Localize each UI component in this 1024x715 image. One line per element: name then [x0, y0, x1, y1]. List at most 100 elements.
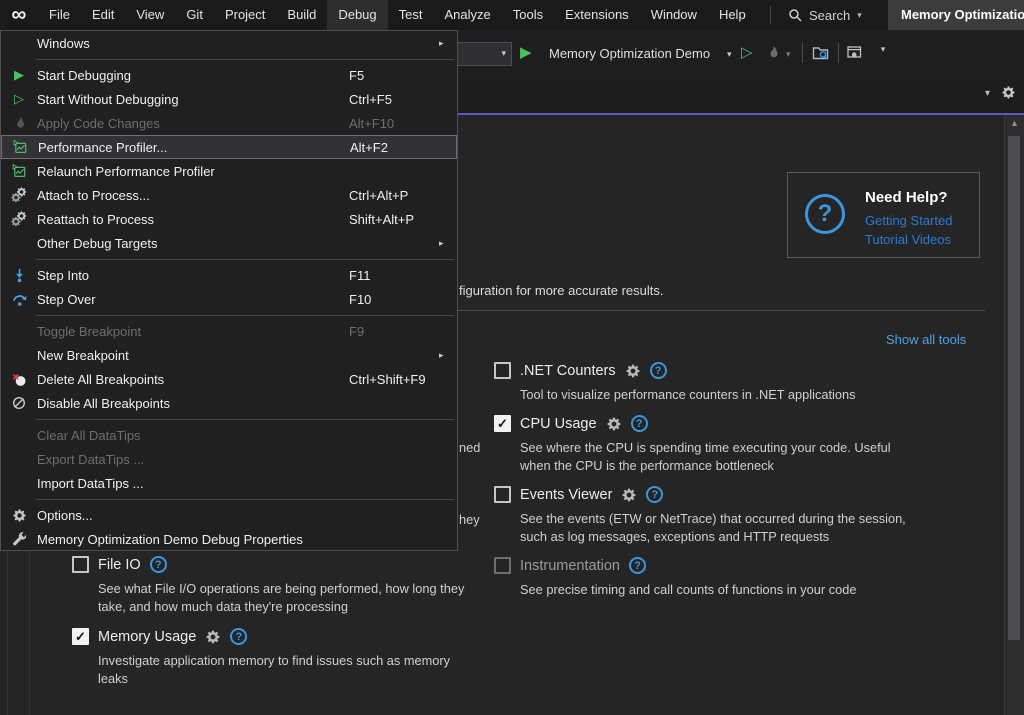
menu-item-step-into[interactable]: Step Into F11	[1, 263, 457, 287]
menu-item-attach-to-process[interactable]: Attach to Process... Ctrl+Alt+P	[1, 183, 457, 207]
tool-entry-instrumentation: Instrumentation ? See precise timing and…	[494, 557, 856, 599]
menu-item-performance-profiler[interactable]: Performance Profiler... Alt+F2	[1, 135, 457, 159]
menu-test[interactable]: Test	[388, 0, 434, 30]
menu-separator	[1, 495, 457, 503]
vertical-scrollbar[interactable]: ▲	[1004, 115, 1024, 715]
instrumentation-checkbox[interactable]	[494, 557, 511, 574]
tool-settings-gear-icon[interactable]	[606, 416, 622, 432]
title-menu-bar: ∞ File Edit View Git Project Build Debug…	[0, 0, 1024, 30]
start-debugging-button[interactable]: ▶	[520, 36, 532, 70]
events-viewer-checkbox[interactable]	[494, 486, 511, 503]
memory-usage-checkbox[interactable]: ✓	[72, 628, 89, 645]
getting-started-link[interactable]: Getting Started	[865, 213, 952, 228]
clipped-text-fragment: ned	[459, 440, 480, 455]
menu-item-debug-properties[interactable]: Memory Optimization Demo Debug Propertie…	[1, 527, 457, 551]
run-target-label[interactable]: Memory Optimization Demo	[549, 30, 710, 77]
tool-description: See the events (ETW or NetTrace) that oc…	[520, 510, 906, 546]
chevron-down-icon: ▾	[857, 10, 862, 21]
cpu-usage-checkbox[interactable]: ✓	[494, 415, 511, 432]
tool-label: .NET Counters	[520, 363, 616, 379]
menu-item-clear-all-datatips: Clear All DataTips	[1, 423, 457, 447]
help-circle-icon[interactable]: ?	[150, 556, 167, 573]
menu-item-export-datatips: Export DataTips ...	[1, 447, 457, 471]
submenu-arrow-icon: ▸	[439, 350, 457, 361]
menu-file[interactable]: File	[38, 0, 81, 30]
net-counters-checkbox[interactable]	[494, 362, 511, 379]
file-io-checkbox[interactable]	[72, 556, 89, 573]
help-circle-icon[interactable]: ?	[230, 628, 247, 645]
menu-tools[interactable]: Tools	[502, 0, 554, 30]
menu-item-import-datatips[interactable]: Import DataTips ...	[1, 471, 457, 495]
hot-reload-icon	[1, 116, 37, 131]
menu-item-disable-all-breakpoints[interactable]: Disable All Breakpoints	[1, 391, 457, 415]
start-without-debugging-button[interactable]: ▷	[741, 36, 753, 70]
chevron-down-icon: ▾	[501, 48, 506, 59]
menu-item-options[interactable]: Options...	[1, 503, 457, 527]
search-control[interactable]: Search ▾	[788, 0, 862, 30]
search-label: Search	[809, 8, 850, 23]
need-help-title: Need Help?	[865, 189, 948, 206]
start-without-debugging-icon: ▷	[1, 91, 37, 107]
help-circle-icon: ?	[805, 194, 845, 234]
search-icon	[788, 8, 802, 22]
tool-settings-gear-icon[interactable]	[205, 629, 221, 645]
tool-label: Events Viewer	[520, 487, 612, 503]
menu-item-step-over[interactable]: Step Over F10	[1, 287, 457, 311]
chevron-down-icon: ▾	[881, 44, 886, 54]
menu-item-windows[interactable]: Windows ▸	[1, 31, 457, 55]
document-options-gear-icon[interactable]	[1001, 85, 1016, 100]
delete-breakpoints-icon	[1, 371, 37, 387]
menu-item-start-without-debugging[interactable]: ▷ Start Without Debugging Ctrl+F5	[1, 87, 457, 111]
live-share-window-icon[interactable]	[846, 44, 863, 61]
menu-item-apply-code-changes: Apply Code Changes Alt+F10	[1, 111, 457, 135]
performance-profiler-icon	[2, 140, 38, 155]
menu-item-reattach-to-process[interactable]: Reattach to Process Shift+Alt+P	[1, 207, 457, 231]
step-into-icon	[1, 268, 37, 283]
menu-item-relaunch-performance-profiler[interactable]: Relaunch Performance Profiler	[1, 159, 457, 183]
toolbar-separator	[838, 43, 839, 63]
menu-project[interactable]: Project	[214, 0, 276, 30]
menu-extensions[interactable]: Extensions	[554, 0, 640, 30]
tool-description: See what File I/O operations are being p…	[98, 580, 464, 616]
tab-list-chevron-icon[interactable]: ▾	[985, 88, 990, 99]
show-all-tools-link[interactable]: Show all tools	[886, 332, 966, 347]
performance-profiler-icon	[1, 164, 37, 179]
menu-item-new-breakpoint[interactable]: New Breakpoint ▸	[1, 343, 457, 367]
help-circle-icon[interactable]: ?	[650, 362, 667, 379]
scrollbar-thumb[interactable]	[1008, 136, 1020, 640]
help-circle-icon[interactable]: ?	[629, 557, 646, 574]
tool-settings-gear-icon[interactable]	[621, 487, 637, 503]
tool-entry-events-viewer: Events Viewer ? See the events (ETW or N…	[494, 486, 906, 546]
tool-description: Investigate application memory to find i…	[98, 652, 450, 688]
menu-build[interactable]: Build	[276, 0, 327, 30]
find-in-files-icon[interactable]	[812, 44, 829, 61]
hot-reload-icon[interactable]	[765, 45, 781, 61]
menu-edit[interactable]: Edit	[81, 0, 125, 30]
menu-debug[interactable]: Debug	[327, 0, 387, 30]
chevron-down-icon[interactable]: ▾	[727, 49, 732, 60]
main-menu: File Edit View Git Project Build Debug T…	[38, 0, 757, 30]
menu-git[interactable]: Git	[175, 0, 214, 30]
tool-settings-gear-icon[interactable]	[625, 363, 641, 379]
menu-help[interactable]: Help	[708, 0, 757, 30]
menu-item-other-debug-targets[interactable]: Other Debug Targets ▸	[1, 231, 457, 255]
menu-view[interactable]: View	[125, 0, 175, 30]
tool-description: See where the CPU is spending time execu…	[520, 439, 891, 475]
menu-item-toggle-breakpoint: Toggle Breakpoint F9	[1, 319, 457, 343]
menu-analyze[interactable]: Analyze	[433, 0, 501, 30]
scroll-up-arrow-icon[interactable]: ▲	[1005, 118, 1024, 128]
tool-entry-net-counters: .NET Counters ? Tool to visualize perfor…	[494, 362, 856, 404]
menu-window[interactable]: Window	[640, 0, 708, 30]
tool-description: See precise timing and call counts of fu…	[520, 581, 856, 599]
tutorial-videos-link[interactable]: Tutorial Videos	[865, 232, 951, 247]
menu-item-delete-all-breakpoints[interactable]: Delete All Breakpoints Ctrl+Shift+F9	[1, 367, 457, 391]
toolbar-overflow-button[interactable]: ▾	[876, 44, 890, 55]
tool-label: File IO	[98, 557, 141, 573]
chevron-down-icon[interactable]: ▾	[786, 49, 791, 60]
menu-item-start-debugging[interactable]: ▶ Start Debugging F5	[1, 63, 457, 87]
gear-icon	[1, 508, 37, 523]
clipped-text-fragment: hey	[459, 512, 480, 527]
wrench-icon	[1, 532, 37, 547]
help-circle-icon[interactable]: ?	[646, 486, 663, 503]
help-circle-icon[interactable]: ?	[631, 415, 648, 432]
